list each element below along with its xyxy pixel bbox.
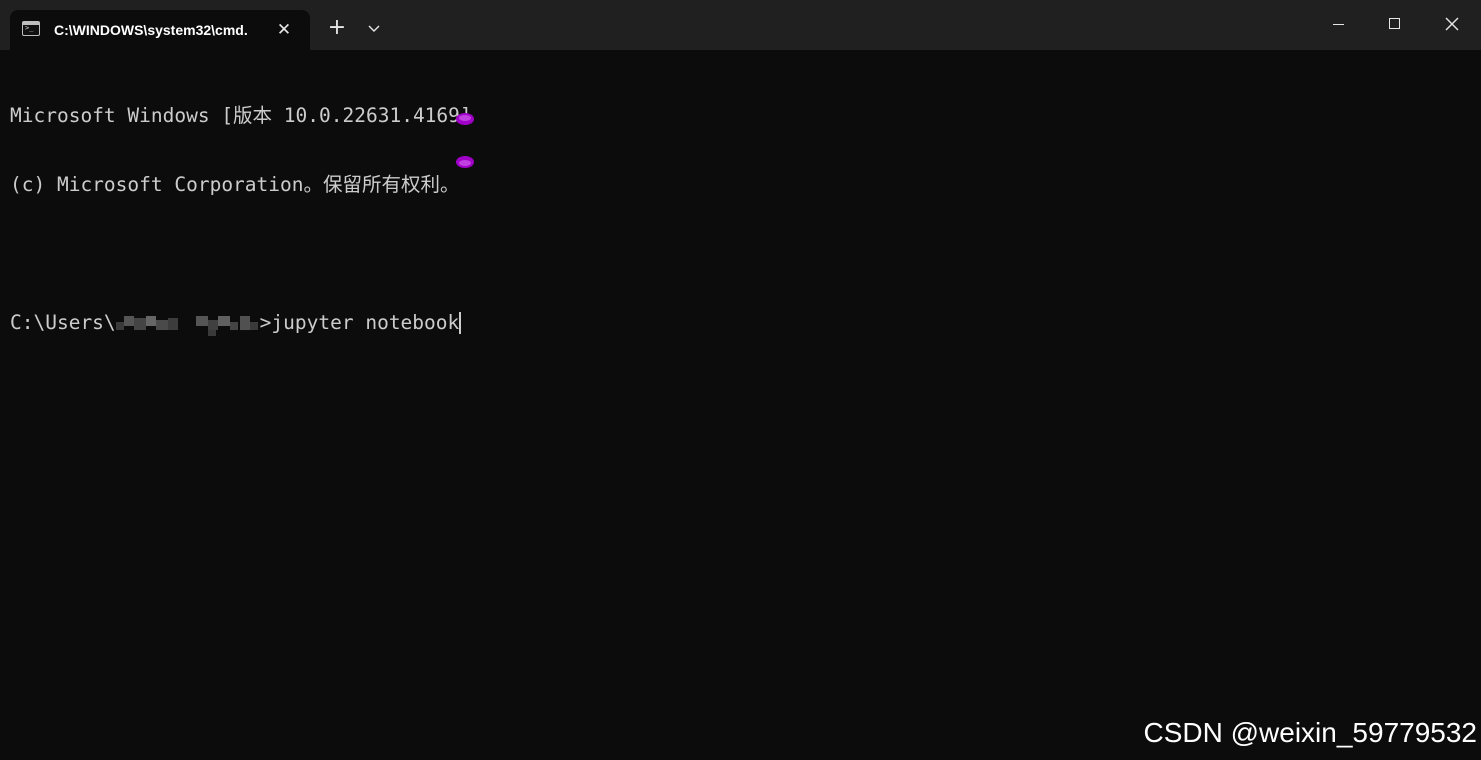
chevron-down-icon[interactable] — [362, 16, 386, 40]
terminal-output[interactable]: Microsoft Windows [版本 10.0.22631.4169] (… — [10, 58, 1460, 357]
terminal-prompt-line: C:\Users\ >jupyter notebook — [10, 311, 1460, 336]
watermark: CSDN @weixin_59779532 — [1143, 717, 1478, 748]
title-bar: C:\WINDOWS\system32\cmd. ✕ + — [0, 0, 1481, 50]
command-text[interactable]: jupyter notebook — [271, 311, 459, 334]
text-cursor — [459, 312, 462, 334]
terminal-line-version: Microsoft Windows [版本 10.0.22631.4169] — [10, 104, 472, 127]
prompt-path: C:\Users\ — [10, 311, 116, 334]
terminal-icon — [22, 21, 40, 36]
terminal-line-copyright: (c) Microsoft Corporation。保留所有权利。 — [10, 173, 460, 196]
minimize-icon — [1333, 24, 1344, 25]
close-button[interactable] — [1423, 0, 1481, 50]
caret-handle-top-icon[interactable] — [455, 113, 475, 127]
maximize-button[interactable] — [1367, 0, 1425, 50]
prompt-symbol: > — [259, 311, 272, 334]
tab-cmd[interactable]: C:\WINDOWS\system32\cmd. ✕ — [10, 10, 310, 50]
minimize-button[interactable] — [1310, 0, 1368, 50]
redacted-username — [115, 312, 260, 336]
new-tab-button[interactable]: + — [325, 16, 349, 40]
tab-title: C:\WINDOWS\system32\cmd. — [54, 22, 248, 38]
caret-handle-bottom-icon[interactable] — [455, 154, 475, 168]
tab-close-icon[interactable]: ✕ — [274, 20, 294, 40]
close-icon — [1445, 17, 1459, 31]
maximize-icon — [1389, 18, 1400, 29]
